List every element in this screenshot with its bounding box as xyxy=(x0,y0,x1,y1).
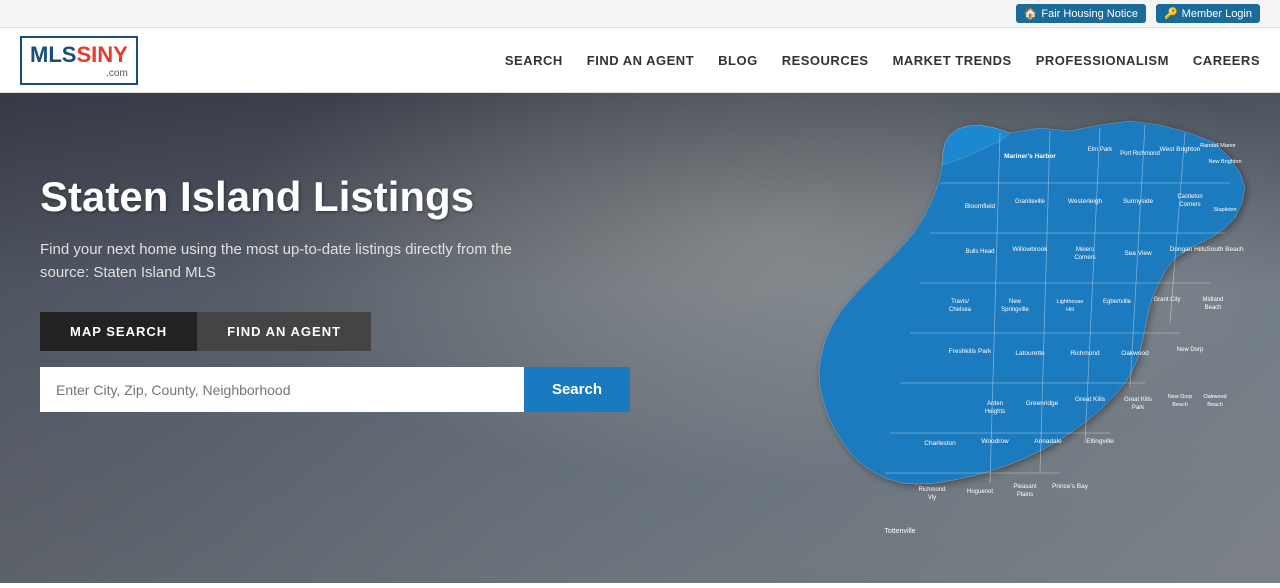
svg-text:Tottenville: Tottenville xyxy=(884,528,915,535)
member-login-link[interactable]: 🔑 Member Login xyxy=(1156,4,1260,23)
logo[interactable]: MLSSINY .com xyxy=(20,36,138,85)
svg-text:Mariner's Harbor: Mariner's Harbor xyxy=(1004,153,1056,160)
svg-text:Vly: Vly xyxy=(928,495,936,501)
nav-professionalism[interactable]: PROFESSIONALISM xyxy=(1036,53,1169,68)
svg-text:Woodrow: Woodrow xyxy=(981,438,1009,445)
svg-text:Greenridge: Greenridge xyxy=(1026,400,1059,407)
hero-title: Staten Island Listings xyxy=(40,173,600,221)
svg-text:Chelsea: Chelsea xyxy=(949,307,972,313)
nav-careers[interactable]: CAREERS xyxy=(1193,53,1260,68)
svg-text:Corners: Corners xyxy=(1179,202,1200,208)
svg-text:New: New xyxy=(1009,299,1022,305)
hero-section: Staten Island Listings Find your next ho… xyxy=(0,93,1280,583)
svg-text:Richmond: Richmond xyxy=(918,487,945,493)
find-agent-button[interactable]: FIND AN AGENT xyxy=(197,312,371,351)
search-input[interactable] xyxy=(40,367,524,412)
svg-text:Meiers: Meiers xyxy=(1076,247,1094,253)
fair-housing-link[interactable]: 🏠 Fair Housing Notice xyxy=(1016,4,1146,23)
logo-siny: SINY xyxy=(76,42,127,67)
logo-dot: .com xyxy=(30,68,128,79)
svg-text:New Dorp: New Dorp xyxy=(1177,347,1204,353)
svg-text:Lighthouse: Lighthouse xyxy=(1057,299,1084,305)
hero-action-buttons: MAP SEARCH FIND AN AGENT xyxy=(40,312,600,351)
svg-text:Pleasant: Pleasant xyxy=(1013,484,1037,490)
svg-text:Plains: Plains xyxy=(1017,492,1033,498)
svg-text:Egbertville: Egbertville xyxy=(1103,299,1132,305)
member-login-label: Member Login xyxy=(1182,8,1252,20)
nav-market-trends[interactable]: MARKET TRENDS xyxy=(893,53,1012,68)
svg-text:Elm Park: Elm Park xyxy=(1088,147,1113,153)
svg-text:Richmond: Richmond xyxy=(1070,350,1100,357)
svg-text:Travis/: Travis/ xyxy=(951,299,969,305)
logo-mls: MLS xyxy=(30,42,76,67)
map-search-button[interactable]: MAP SEARCH xyxy=(40,312,197,351)
hero-content: Staten Island Listings Find your next ho… xyxy=(40,173,600,412)
svg-text:Bloomfield: Bloomfield xyxy=(965,203,996,210)
svg-text:South Beach: South Beach xyxy=(1206,246,1244,253)
svg-text:Charleston: Charleston xyxy=(924,440,956,447)
svg-text:Westerleigh: Westerleigh xyxy=(1068,198,1103,205)
header: MLSSINY .com SEARCH FIND AN AGENT BLOG R… xyxy=(0,28,1280,93)
svg-text:Dongan Hills: Dongan Hills xyxy=(1170,246,1208,253)
search-button[interactable]: Search xyxy=(524,367,630,412)
svg-text:Beach: Beach xyxy=(1207,402,1223,408)
svg-text:Annadale: Annadale xyxy=(1034,438,1062,445)
search-bar: Search xyxy=(40,367,630,412)
svg-text:Park: Park xyxy=(1132,405,1145,411)
key-icon: 🔑 xyxy=(1164,7,1178,20)
fair-housing-label: Fair Housing Notice xyxy=(1041,8,1138,20)
nav-search[interactable]: SEARCH xyxy=(505,53,563,68)
svg-text:Beach: Beach xyxy=(1172,402,1188,408)
map-container: Mariner's Harbor Elm Park Port Richmond … xyxy=(660,103,1280,583)
svg-text:West Brighton: West Brighton xyxy=(1160,146,1201,153)
svg-text:Graniteville: Graniteville xyxy=(1015,199,1046,205)
svg-text:Eltingville: Eltingville xyxy=(1086,438,1114,445)
svg-text:Great Kills: Great Kills xyxy=(1124,397,1152,403)
svg-text:Heights: Heights xyxy=(985,409,1005,415)
hero-subtitle: Find your next home using the most up-to… xyxy=(40,239,520,284)
svg-text:Sunnyside: Sunnyside xyxy=(1123,198,1154,205)
svg-text:Springville: Springville xyxy=(1001,307,1029,313)
svg-text:Grant City: Grant City xyxy=(1153,297,1180,303)
svg-text:Oakwood: Oakwood xyxy=(1203,394,1226,400)
svg-text:Latourette: Latourette xyxy=(1015,350,1045,357)
svg-text:Midland: Midland xyxy=(1202,297,1223,303)
svg-text:Arden: Arden xyxy=(987,401,1003,407)
house-icon: 🏠 xyxy=(1024,7,1038,20)
svg-text:Freshkills Park: Freshkills Park xyxy=(949,348,992,355)
nav-blog[interactable]: BLOG xyxy=(718,53,758,68)
svg-text:Bulls Head: Bulls Head xyxy=(965,249,994,255)
staten-island-map: Mariner's Harbor Elm Park Port Richmond … xyxy=(660,103,1280,583)
svg-text:Huguenot: Huguenot xyxy=(967,489,993,495)
svg-text:Great Kills: Great Kills xyxy=(1075,396,1106,403)
main-nav: SEARCH FIND AN AGENT BLOG RESOURCES MARK… xyxy=(505,53,1260,68)
nav-find-agent[interactable]: FIND AN AGENT xyxy=(587,53,694,68)
svg-text:Prince's Bay: Prince's Bay xyxy=(1052,483,1089,490)
svg-text:New Dorp: New Dorp xyxy=(1168,394,1192,400)
svg-text:Willowbrook: Willowbrook xyxy=(1012,246,1048,253)
svg-text:Oakwood: Oakwood xyxy=(1121,350,1149,357)
utility-bar: 🏠 Fair Housing Notice 🔑 Member Login xyxy=(0,0,1280,28)
svg-text:Castleton: Castleton xyxy=(1177,194,1202,200)
svg-text:Stapleton: Stapleton xyxy=(1213,207,1236,213)
nav-resources[interactable]: RESOURCES xyxy=(782,53,869,68)
svg-text:Corners: Corners xyxy=(1074,255,1095,261)
svg-text:Randall Manor: Randall Manor xyxy=(1200,143,1236,149)
svg-text:Hill: Hill xyxy=(1066,307,1074,313)
svg-text:Sea View: Sea View xyxy=(1124,250,1152,257)
svg-text:New Brighton: New Brighton xyxy=(1208,159,1241,165)
svg-text:Beach: Beach xyxy=(1204,305,1221,311)
svg-text:Port Richmond: Port Richmond xyxy=(1120,151,1160,157)
